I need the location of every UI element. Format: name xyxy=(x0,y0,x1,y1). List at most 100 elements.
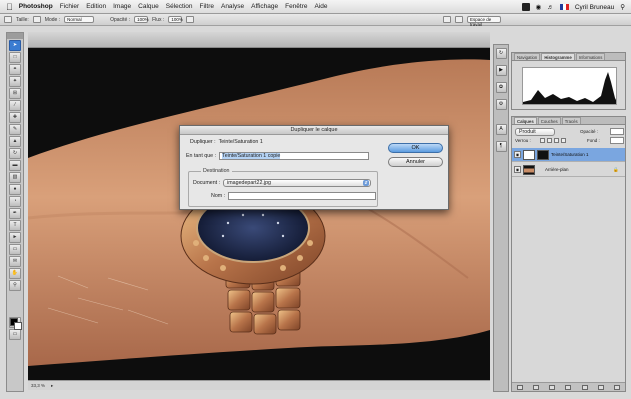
wifi-icon: ◉ xyxy=(535,4,542,11)
zoom-level[interactable]: 33,3 % xyxy=(31,383,45,388)
menu-edition[interactable]: Edition xyxy=(86,3,106,10)
dodge-tool-icon[interactable]: ◔ xyxy=(9,196,21,207)
marquee-tool-icon[interactable]: □ xyxy=(9,52,21,63)
ps-badge-icon xyxy=(521,3,530,11)
shape-tool-icon[interactable]: ▭ xyxy=(9,244,21,255)
new-group-icon[interactable] xyxy=(581,384,588,390)
menu-affichage[interactable]: Affichage xyxy=(251,3,278,10)
menu-bar:  Photoshop Fichier Edition Image Calque… xyxy=(0,0,631,14)
actions-panel-icon[interactable]: ▶ xyxy=(495,65,507,76)
mode-select[interactable]: Normal xyxy=(64,16,95,23)
stamp-tool-icon[interactable]: ▲ xyxy=(9,136,21,147)
add-mask-icon[interactable] xyxy=(549,384,556,390)
layer-row[interactable]: ◉ Arrière-plan 🔒 xyxy=(512,163,625,177)
layer-name[interactable]: Teinte/Saturation 1 xyxy=(551,152,589,157)
eye-icon[interactable]: ◉ xyxy=(514,151,521,158)
tab-info[interactable]: Informations xyxy=(575,53,606,60)
brushes-panel-icon[interactable]: ✿ xyxy=(495,82,507,93)
tab-channels[interactable]: Couches xyxy=(537,117,561,124)
lock-position-icon[interactable] xyxy=(554,138,559,143)
tab-histogram[interactable]: Histogramme xyxy=(541,53,575,60)
menu-selection[interactable]: Sélection xyxy=(166,3,193,10)
layer-name[interactable]: Arrière-plan xyxy=(545,167,569,172)
document-canvas[interactable] xyxy=(28,48,490,380)
menu-calque[interactable]: Calque xyxy=(138,3,159,10)
tools-panel-header[interactable] xyxy=(7,33,23,39)
cancel-button[interactable]: Annuler xyxy=(388,157,443,167)
crop-tool-icon[interactable]: ⊞ xyxy=(9,88,21,99)
as-row: En tant que : Teinte/Saturation 1 copie xyxy=(186,152,370,160)
tab-layers[interactable]: Calques xyxy=(514,117,537,124)
menu-fenetre[interactable]: Fenêtre xyxy=(285,3,307,10)
type-tool-icon[interactable]: T xyxy=(9,220,21,231)
new-layer-icon[interactable] xyxy=(597,384,604,390)
note-tool-icon[interactable]: ✉ xyxy=(9,256,21,267)
background-color-swatch[interactable] xyxy=(14,322,22,330)
pen-tool-icon[interactable]: ✒ xyxy=(9,208,21,219)
eye-icon[interactable]: ◉ xyxy=(514,166,521,173)
lock-all-icon[interactable] xyxy=(561,138,566,143)
adjustment-layer-icon[interactable] xyxy=(565,384,572,390)
brush-size-picker[interactable] xyxy=(32,16,41,23)
histogram-graph xyxy=(522,67,617,105)
status-info-icon[interactable]: ▸ xyxy=(51,383,53,389)
tab-paths[interactable]: Tracés xyxy=(561,117,581,124)
menu-user[interactable]: Cyril Bruneau xyxy=(575,4,614,11)
palette-toggle-icon[interactable] xyxy=(443,16,451,23)
magic-wand-tool-icon[interactable]: ✦ xyxy=(9,76,21,87)
name-input[interactable] xyxy=(228,192,377,200)
histogram-panel: Navigation Histogramme Informations xyxy=(511,52,626,110)
character-panel-icon[interactable]: A xyxy=(495,124,507,135)
flag-icon[interactable] xyxy=(559,4,569,10)
document-select[interactable]: imagedepart22.jpg ⇵ xyxy=(223,179,372,187)
layers-panel: Calques Couches Tracés Produit Opacité :… xyxy=(511,116,626,392)
tool-presets-icon[interactable]: ⚙ xyxy=(495,99,507,110)
lock-pixels-icon[interactable] xyxy=(547,138,552,143)
destination-group: Destination Document : imagedepart22.jpg… xyxy=(188,168,378,207)
menu-image[interactable]: Image xyxy=(113,3,131,10)
layer-style-icon[interactable] xyxy=(533,384,540,390)
history-panel-icon[interactable]: ↻ xyxy=(495,48,507,59)
lasso-tool-icon[interactable]: ⚭ xyxy=(9,64,21,75)
hand-tool-icon[interactable]: ✋ xyxy=(9,268,21,279)
menu-app-name[interactable]: Photoshop xyxy=(19,3,53,10)
menu-fichier[interactable]: Fichier xyxy=(60,3,80,10)
menu-aide[interactable]: Aide xyxy=(315,3,328,10)
blend-mode-select[interactable]: Produit xyxy=(515,128,555,136)
tablet-icon[interactable] xyxy=(455,16,463,23)
apple-icon[interactable]:  xyxy=(6,2,13,12)
opacity-field[interactable]: 100% xyxy=(134,16,149,23)
brush-tool-icon[interactable]: ✎ xyxy=(9,124,21,135)
tab-navigation[interactable]: Navigation xyxy=(514,53,541,60)
panel-dock: ↻ ▶ ✿ ⚙ A ¶ xyxy=(493,44,509,392)
gradient-tool-icon[interactable]: ▧ xyxy=(9,172,21,183)
eraser-tool-icon[interactable]: ▬ xyxy=(9,160,21,171)
eyedropper-tool-icon[interactable]: ⁄ xyxy=(9,100,21,111)
history-brush-tool-icon[interactable]: ↻ xyxy=(9,148,21,159)
brush-preset-icon[interactable] xyxy=(4,16,12,23)
zoom-tool-icon[interactable]: ⚲ xyxy=(9,280,21,291)
layer-row[interactable]: ◉ Teinte/Saturation 1 xyxy=(512,148,625,162)
move-tool-icon[interactable]: ➤ xyxy=(9,40,21,51)
blur-tool-icon[interactable]: ● xyxy=(9,184,21,195)
spotlight-icon[interactable]: ⚲ xyxy=(620,3,625,11)
lock-transparency-icon[interactable] xyxy=(540,138,545,143)
ok-button[interactable]: OK xyxy=(388,143,443,153)
flow-field[interactable]: 100% xyxy=(168,16,183,23)
layer-opacity-field[interactable] xyxy=(610,128,624,135)
healing-tool-icon[interactable]: ✚ xyxy=(9,112,21,123)
path-selection-tool-icon[interactable]: ► xyxy=(9,232,21,243)
document-title-bar[interactable] xyxy=(28,32,490,48)
workspace-select[interactable]: Espace de travail xyxy=(467,16,501,27)
menu-analyse[interactable]: Analyse xyxy=(221,3,244,10)
screen-mode-icon[interactable]: ▭ xyxy=(9,329,21,340)
as-name-input[interactable]: Teinte/Saturation 1 copie xyxy=(219,152,370,160)
mask-thumbnail[interactable] xyxy=(537,149,549,160)
fill-field[interactable] xyxy=(610,137,624,144)
link-layers-icon[interactable] xyxy=(517,384,524,390)
menu-filtre[interactable]: Filtre xyxy=(200,3,214,10)
delete-layer-icon[interactable] xyxy=(613,384,620,390)
airbrush-icon[interactable] xyxy=(186,16,195,23)
paragraph-panel-icon[interactable]: ¶ xyxy=(495,141,507,152)
as-label: En tant que : xyxy=(186,153,217,159)
